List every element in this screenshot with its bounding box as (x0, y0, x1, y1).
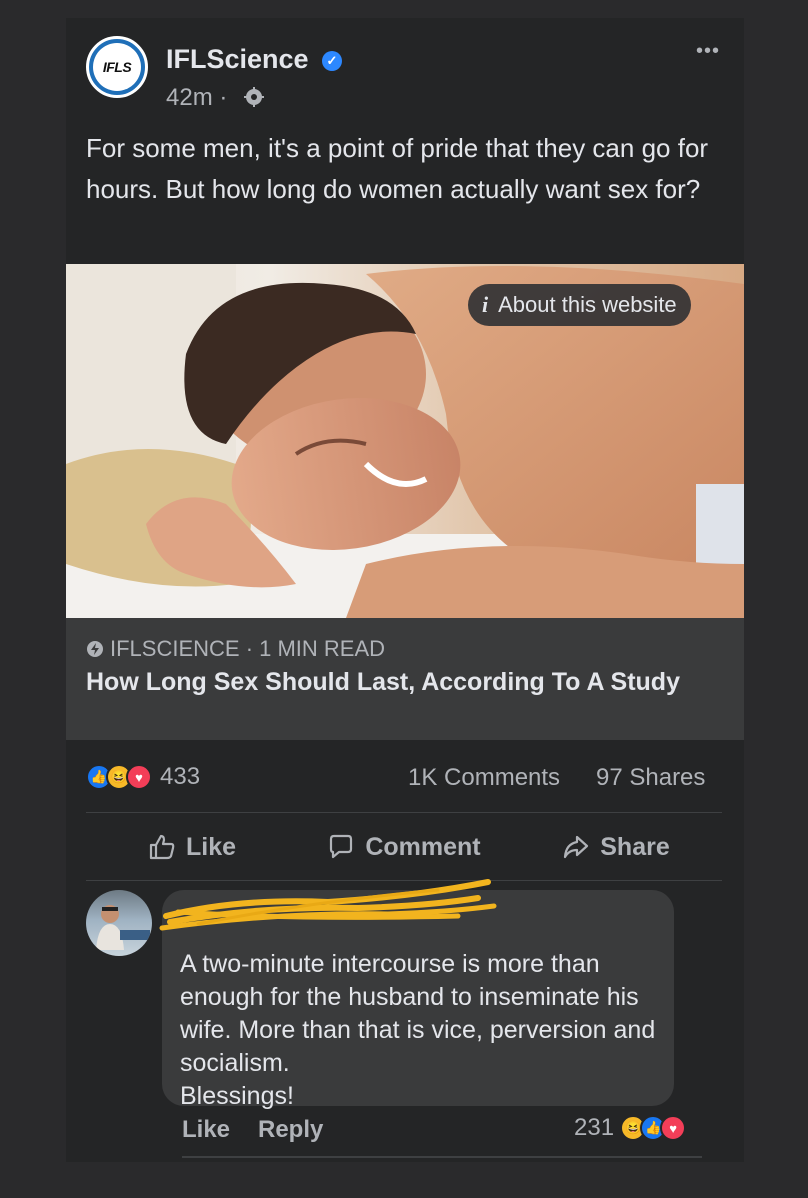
redaction-scribble (159, 879, 497, 931)
page-name[interactable]: IFLScience (166, 44, 309, 75)
page-logo: IFLS (93, 43, 141, 91)
share-icon (564, 835, 589, 859)
verified-badge-icon: ✓ (322, 51, 342, 71)
divider (182, 1156, 702, 1158)
comment-text: A two-minute intercourse is more than en… (180, 950, 656, 1110)
comment-icon (330, 834, 353, 859)
comment-like-button[interactable]: Like (182, 1116, 230, 1144)
info-icon: i (482, 292, 489, 317)
shares-count[interactable]: 97 Shares (596, 764, 705, 792)
link-domain-text: IFLSCIENCE · 1 MIN READ (110, 636, 386, 661)
share-button[interactable]: Share (510, 814, 722, 880)
reactions-summary[interactable]: 👍 😆 ♥ 433 (86, 762, 200, 792)
post-time[interactable]: 42m · (166, 84, 227, 112)
reactions-count: 433 (160, 763, 201, 790)
divider (86, 812, 722, 813)
post-text: For some men, it's a point of pride that… (86, 133, 709, 204)
link-preview[interactable]: IFLSCIENCE · 1 MIN READ How Long Sex Sho… (66, 618, 744, 740)
more-options-icon[interactable]: ••• (696, 40, 720, 63)
about-website-label: About this website (498, 292, 677, 317)
about-website-button[interactable]: i About this website (468, 284, 691, 326)
like-button[interactable]: Like (86, 814, 298, 880)
thumbs-up-icon (149, 834, 175, 860)
link-title[interactable]: How Long Sex Should Last, According To A… (86, 666, 686, 699)
link-domain: IFLSCIENCE · 1 MIN READ (86, 636, 385, 662)
comment-button[interactable]: Comment (298, 814, 510, 880)
comment-label: Comment (365, 832, 481, 861)
love-icon: ♥ (126, 764, 152, 790)
globe-icon (244, 87, 264, 107)
page-avatar[interactable]: IFLS (86, 36, 148, 98)
share-label: Share (600, 832, 670, 861)
commenter-avatar[interactable] (86, 890, 152, 956)
comment-reactions[interactable]: 231 😆 👍 ♥ (574, 1114, 687, 1142)
commenter-photo (96, 905, 150, 950)
lightning-icon (87, 641, 103, 657)
post-actions: Like Comment Share (86, 814, 722, 880)
facebook-post: IFLS IFLScience ✓ 42m · ••• For some men… (66, 18, 744, 1162)
comment-reply-button[interactable]: Reply (258, 1116, 323, 1144)
comments-count[interactable]: 1K Comments (408, 764, 560, 792)
like-label: Like (185, 832, 237, 861)
love-icon: ♥ (660, 1115, 687, 1141)
comment-reactions-count: 231 (574, 1114, 615, 1141)
link-preview-image[interactable]: i About this website (66, 264, 744, 618)
